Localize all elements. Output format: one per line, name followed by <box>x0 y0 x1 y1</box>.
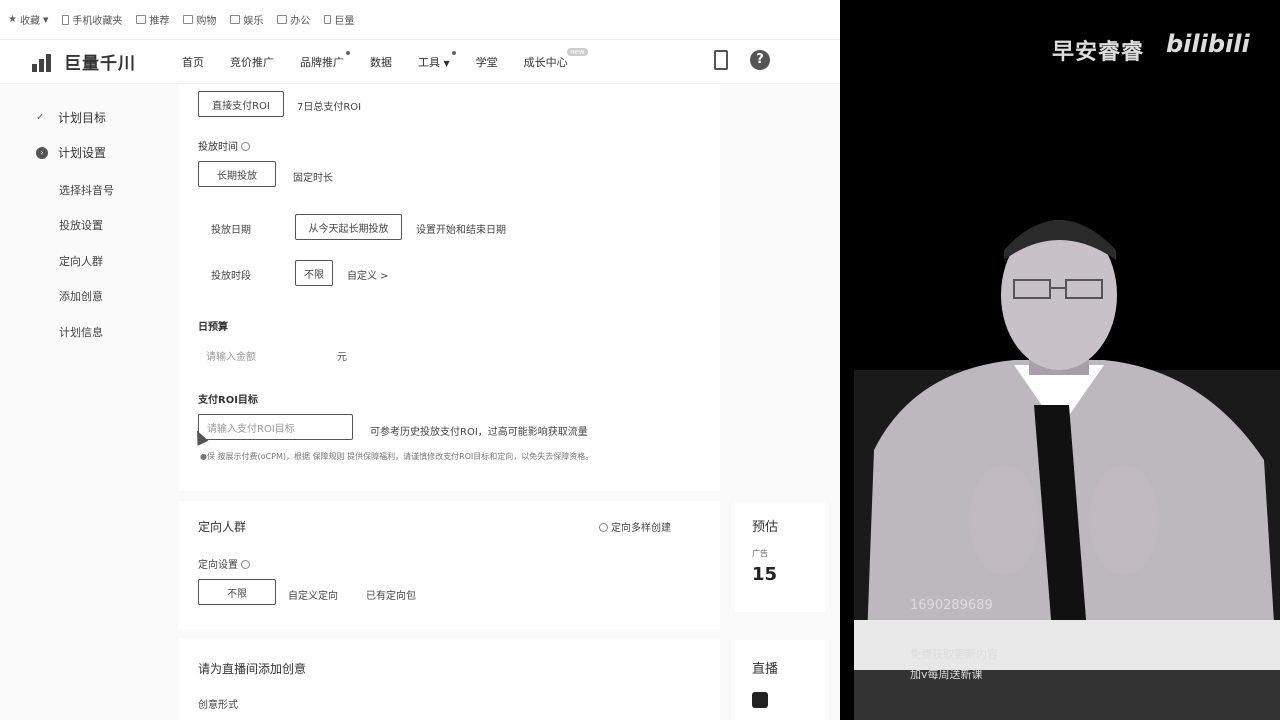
nav-growth[interactable]: 成长中心 new <box>524 47 588 70</box>
bilibili-logo: bilibili <box>1166 30 1250 58</box>
option-fixed-duration[interactable]: 固定时长 <box>293 169 333 184</box>
phone-icon <box>62 14 70 25</box>
caption-line-1: 免费获取更新内容 <box>910 648 998 661</box>
budget-unit: 元 <box>337 351 347 363</box>
nav-brand[interactable]: 品牌推广 <box>300 50 350 70</box>
period-unlimited[interactable]: 不限 <box>295 260 333 286</box>
bookmark-entertainment[interactable]: 娱乐 <box>230 12 263 27</box>
star-icon: ★ <box>8 14 17 25</box>
top-navigation: 巨量千川 首页 竞价推广 品牌推广 数据 工具 ▼ 学堂 成长中心 new ? <box>0 40 840 84</box>
help-icon[interactable]: ? <box>750 50 770 70</box>
estimate-title: 预估 <box>752 520 779 535</box>
phone-icon[interactable] <box>714 50 728 70</box>
roi-goal-title: 支付ROI目标 <box>198 395 258 406</box>
notification-dot <box>346 50 350 55</box>
bookmark-juliang[interactable]: 巨量 <box>324 12 354 27</box>
sidebar-item-douyin-account[interactable]: 选择抖音号 <box>59 182 114 198</box>
date-value-button[interactable]: 从今天起长期投放 <box>295 214 402 240</box>
step-indicator-icon: › <box>36 146 48 159</box>
caption-phone: 1690289689 <box>910 598 993 613</box>
roi-tab-7day[interactable]: 7日总支付ROI <box>297 98 361 113</box>
sidebar-item-plan-info[interactable]: 计划信息 <box>59 324 103 340</box>
budget-title: 日预算 <box>198 322 228 333</box>
steps-sidebar: ✓ 计划目标 › 计划设置 选择抖音号 投放设置 定向人群 添加创意 计划信息 <box>0 85 178 720</box>
nav-tools[interactable]: 工具 ▼ <box>418 50 456 70</box>
folder-icon <box>136 15 147 24</box>
caret-down-icon: ▼ <box>443 58 450 68</box>
live-panel: 直播 <box>735 640 825 720</box>
folder-icon <box>183 15 194 24</box>
bookmark-shopping[interactable]: 购物 <box>183 12 216 27</box>
estimate-panel: 预估 广告 15 <box>735 502 825 612</box>
nav-academy[interactable]: 学堂 <box>476 54 498 70</box>
option-long-term[interactable]: 长期投放 <box>198 161 276 187</box>
targeting-setting-label: 定向设置 <box>198 556 250 571</box>
presenter-image <box>854 220 1280 720</box>
channel-name: 早安睿睿 <box>1052 40 1145 65</box>
settings-icon <box>599 523 608 532</box>
targeting-multi-create[interactable]: 定向多样创建 <box>596 519 671 534</box>
roi-goal-hint: 可参考历史投放支付ROI，过高可能影响获取流量 <box>370 427 588 438</box>
nav-bidding[interactable]: 竞价推广 <box>230 54 274 70</box>
sidebar-item-creative[interactable]: 添加创意 <box>59 288 103 304</box>
bookmark-office[interactable]: 办公 <box>277 12 310 27</box>
creative-form-label: 创意形式 <box>198 700 238 711</box>
bookmark-mobile[interactable]: 手机收藏夹 <box>62 12 122 27</box>
targeting-title: 定向人群 <box>198 520 247 534</box>
folder-icon <box>277 15 288 24</box>
dropdown-icon: ▼ <box>42 15 49 24</box>
targeting-unlimited[interactable]: 不限 <box>198 579 276 605</box>
budget-input[interactable]: 请输入金额元 <box>198 342 353 368</box>
step-plan-settings[interactable]: › 计划设置 <box>36 144 106 161</box>
targeting-existing-package[interactable]: 已有定向包 <box>366 587 416 602</box>
brand-name: 巨量千川 <box>64 54 136 74</box>
period-custom-link[interactable]: 自定义 > <box>347 267 389 282</box>
date-label: 投放日期 <box>211 225 251 236</box>
info-icon[interactable] <box>241 560 250 569</box>
creative-card: 请为直播间添加创意 创意形式 <box>178 638 720 720</box>
check-icon: ✓ <box>36 112 45 123</box>
estimate-sub: 广告 <box>752 549 768 558</box>
step-plan-goal[interactable]: ✓ 计划目标 <box>36 109 106 126</box>
sidebar-item-targeting[interactable]: 定向人群 <box>59 253 103 269</box>
delivery-settings-card: 直接支付ROI 7日总支付ROI 投放时间 长期投放 固定时长 投放日期 从今天… <box>178 85 720 491</box>
roi-tab-direct[interactable]: 直接支付ROI <box>198 91 284 117</box>
info-icon[interactable] <box>241 142 250 151</box>
logo-mark-icon <box>32 52 58 72</box>
bookmark-recommend[interactable]: 推荐 <box>136 12 169 27</box>
new-badge: new <box>567 47 588 56</box>
page-icon <box>324 15 332 24</box>
main-content: 直接支付ROI 7日总支付ROI 投放时间 长期投放 固定时长 投放日期 从今天… <box>178 85 720 720</box>
caption-line-2: 加v每周送新课 <box>910 668 983 681</box>
notification-dot <box>451 50 456 55</box>
folder-icon <box>230 15 241 24</box>
video-overlay: 早安睿睿 bilibili 1690289689 免费获取更新内容 加v每周送新… <box>840 0 1280 720</box>
targeting-custom[interactable]: 自定义定向 <box>288 587 338 602</box>
bookmarks-bar: ★ 收藏 ▼ 手机收藏夹 推荐 购物 娱乐 办公 巨量 <box>0 0 840 40</box>
set-dates-link[interactable]: 设置开始和结束日期 <box>416 221 506 236</box>
roi-guarantee-note: ●保 按展示付费(oCPM)，根据 保障规则 提供保障福利，请谨慎修改支付ROI… <box>200 452 594 461</box>
brand-logo[interactable]: 巨量千川 <box>32 49 172 74</box>
browser-window: ★ 收藏 ▼ 手机收藏夹 推荐 购物 娱乐 办公 巨量 巨量千川 首页 竞价推广 品… <box>0 0 840 720</box>
nav-home[interactable]: 首页 <box>182 54 204 70</box>
roi-goal-input[interactable]: 请输入支付ROI目标 <box>198 414 353 440</box>
bookmark-favorites[interactable]: ★ 收藏 ▼ <box>8 12 48 27</box>
live-thumbnail <box>752 692 768 708</box>
targeting-card: 定向人群 定向多样创建 定向设置 不限 自定义定向 已有定向包 <box>178 501 720 629</box>
schedule-title: 投放时间 <box>198 138 250 153</box>
nav-data[interactable]: 数据 <box>370 54 392 70</box>
creative-title: 请为直播间添加创意 <box>198 662 307 676</box>
period-label: 投放时段 <box>211 271 251 282</box>
sidebar-item-delivery-settings[interactable]: 投放设置 <box>59 217 103 233</box>
estimate-value: 15 <box>752 564 778 585</box>
live-title: 直播 <box>752 662 779 677</box>
